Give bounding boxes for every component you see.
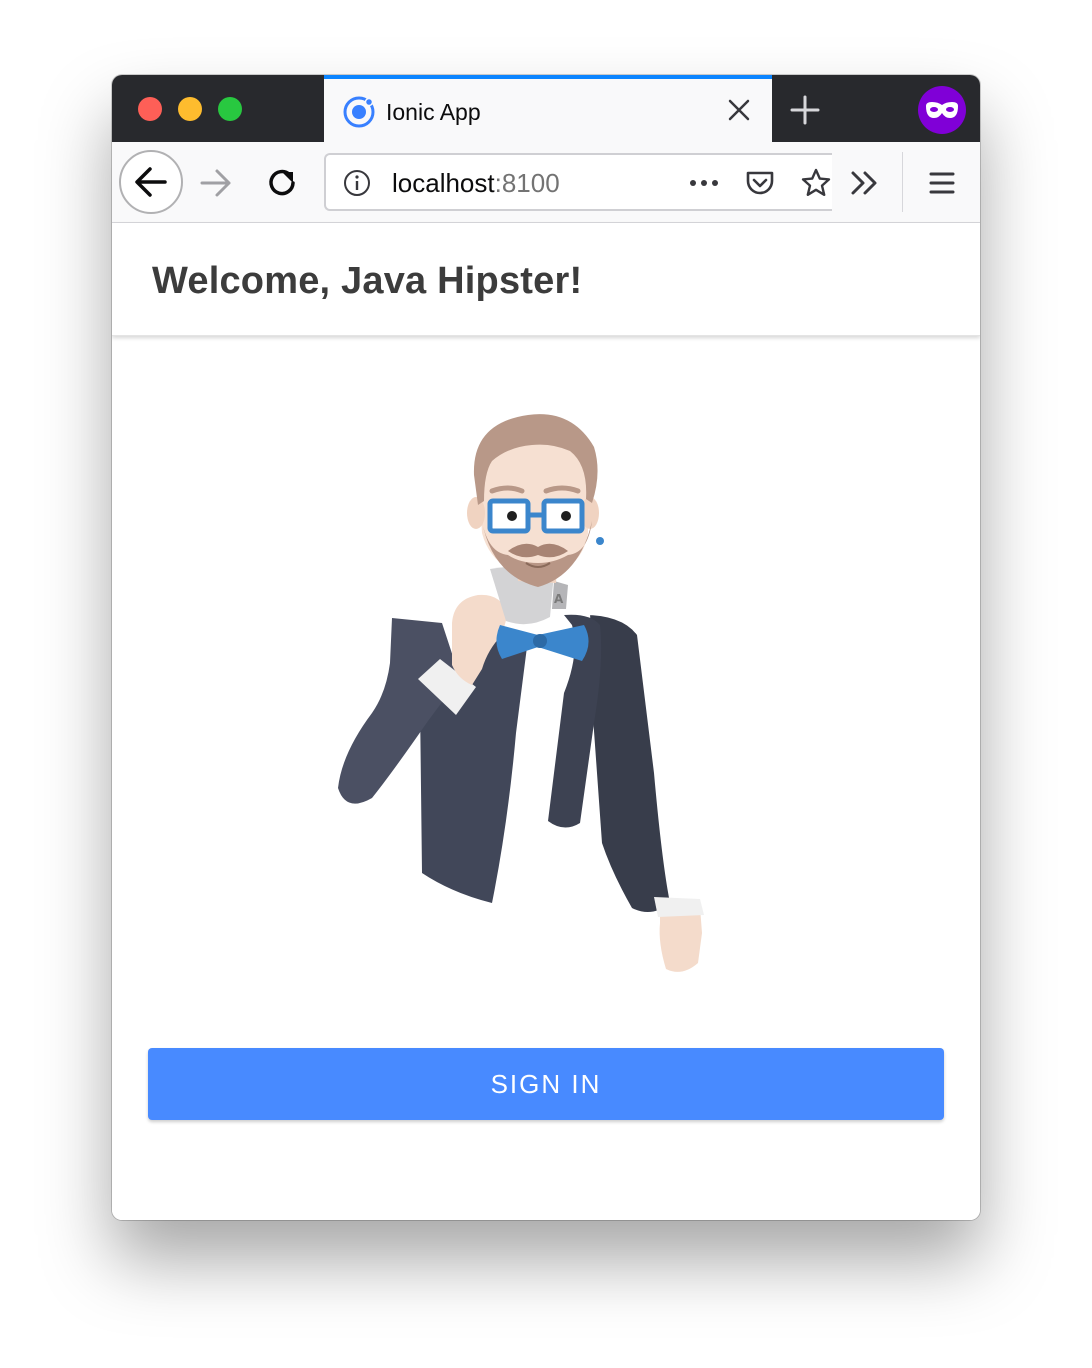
url-text[interactable]: localhost:8100: [392, 168, 560, 199]
plus-icon[interactable]: [788, 93, 822, 127]
info-icon[interactable]: [342, 168, 372, 198]
jhipster-mascot-illustration: A: [338, 414, 704, 972]
close-tab-icon[interactable]: [724, 95, 754, 125]
hamburger-menu-icon[interactable]: [926, 167, 958, 199]
arrow-right-icon: [200, 169, 231, 197]
zoom-window-button[interactable]: [218, 97, 242, 121]
reload-icon: [269, 169, 295, 196]
web-page: Welcome, Java Hipster! A SIGN IN: [112, 223, 980, 1220]
mask-icon: [918, 86, 966, 134]
page-title: Welcome, Java Hipster!: [152, 260, 583, 302]
sign-in-button[interactable]: SIGN IN: [148, 1048, 944, 1120]
forward-button[interactable]: [196, 163, 236, 203]
tab-title: Ionic App: [386, 99, 481, 125]
tab-strip: Ionic App: [112, 75, 980, 142]
back-button[interactable]: [119, 150, 183, 214]
pocket-icon[interactable]: [744, 167, 776, 199]
app-header: Welcome, Java Hipster!: [112, 223, 980, 336]
reload-button[interactable]: [262, 163, 302, 203]
chevron-double-right-icon[interactable]: [848, 167, 880, 199]
navigation-toolbar: localhost:8100: [112, 142, 980, 223]
browser-window: Ionic App localhost:8100 Welcome, Java H…: [112, 75, 980, 1220]
svg-text:A: A: [554, 592, 564, 606]
url-host: localhost: [392, 168, 495, 198]
tab-ionic-app[interactable]: Ionic App: [324, 75, 772, 142]
ionic-logo-icon: [343, 96, 375, 128]
toolbar-divider: [902, 152, 903, 212]
minimize-window-button[interactable]: [178, 97, 202, 121]
arrow-left-icon: [135, 167, 167, 197]
more-dots-icon[interactable]: [686, 169, 722, 197]
star-icon[interactable]: [800, 167, 832, 199]
url-bar[interactable]: localhost:8100: [324, 153, 832, 211]
close-window-button[interactable]: [138, 97, 162, 121]
url-port: :8100: [494, 168, 560, 198]
